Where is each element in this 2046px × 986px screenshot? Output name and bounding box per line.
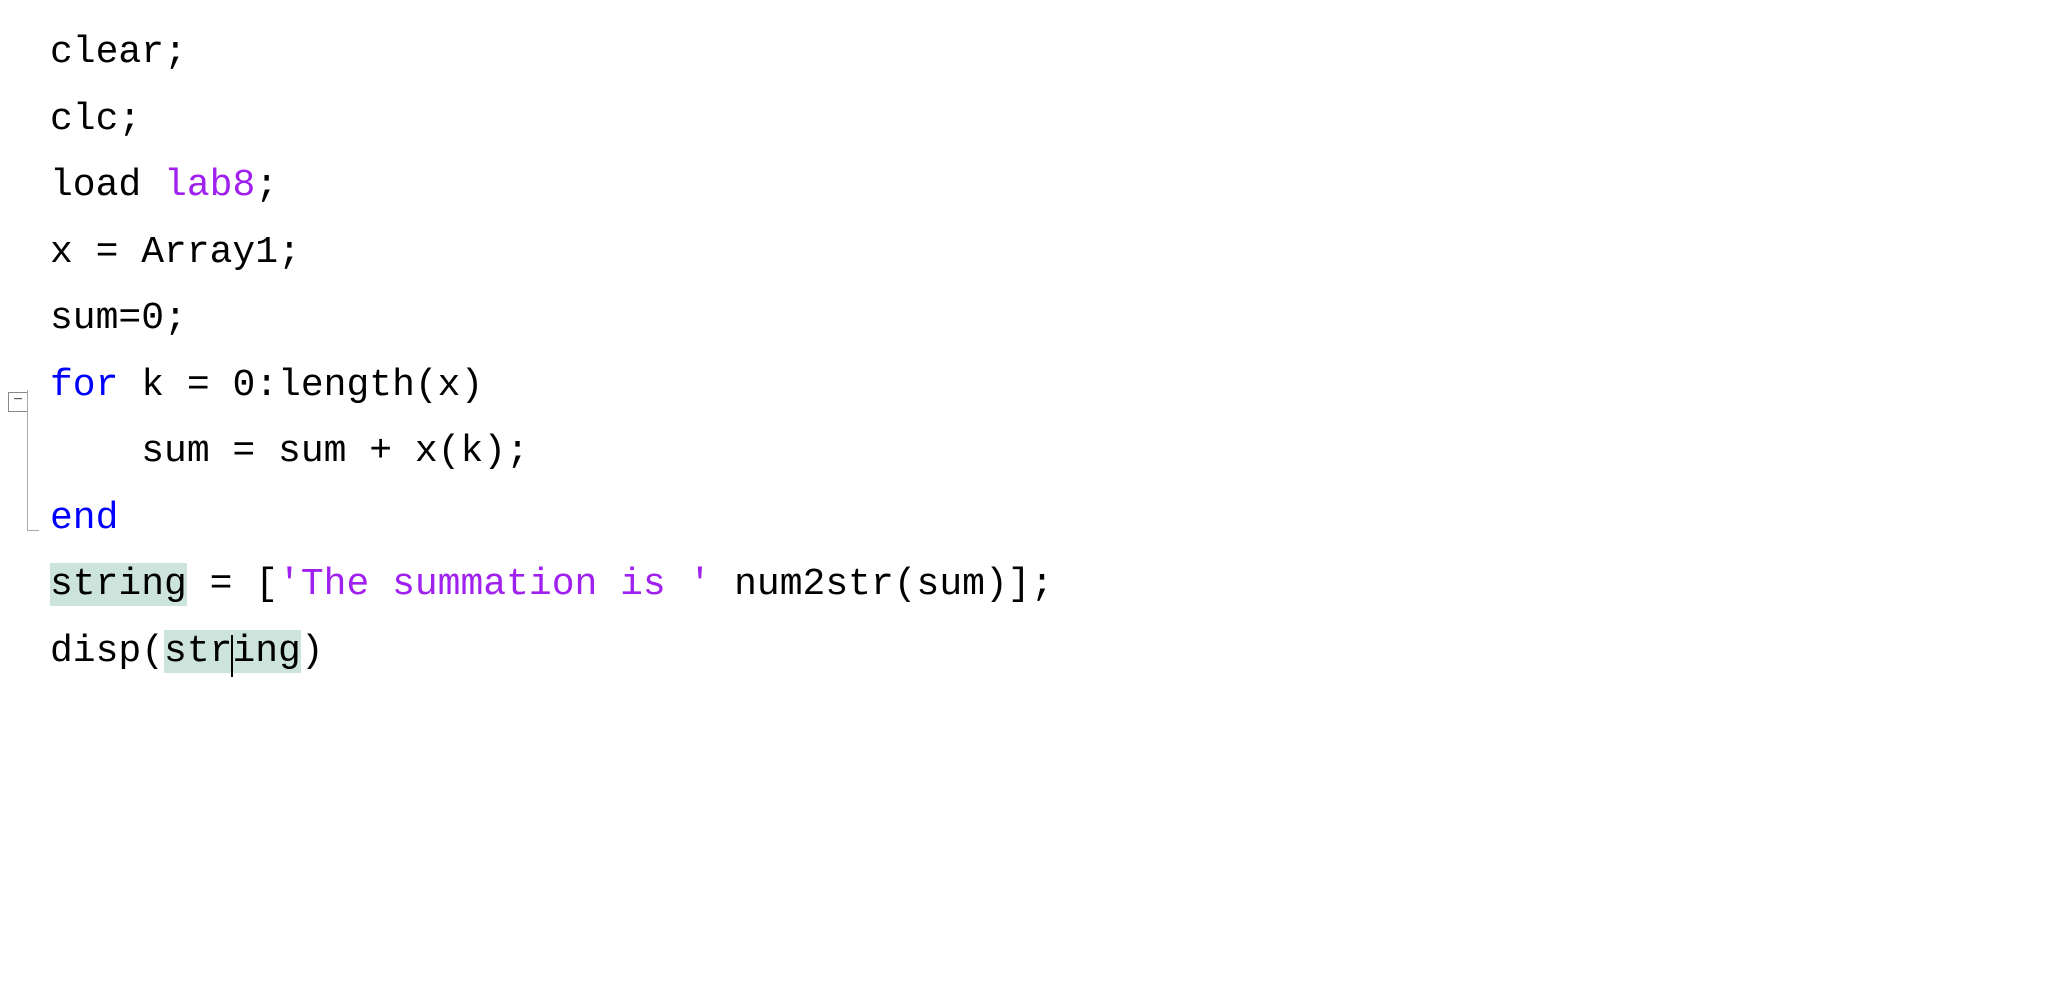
string-literal: 'The summation is ' [278,563,711,606]
string-literal: lab8 [164,164,255,207]
code-line[interactable]: x = Array1; [50,220,2046,287]
code-text: load [50,164,164,207]
highlighted-text: string [50,563,187,606]
text-cursor [231,635,233,677]
code-text: k = 0:length(x) [118,364,483,407]
code-text: ; [255,164,278,207]
fold-toggle-icon[interactable]: − [8,392,28,412]
code-line[interactable]: for k = 0:length(x) [50,353,2046,420]
code-text: sum = sum + x(k); [50,430,529,473]
fold-gutter: − [8,20,28,416]
keyword: for [50,364,118,407]
code-line[interactable]: sum = sum + x(k); [50,419,2046,486]
code-line[interactable]: clear; [50,20,2046,87]
code-line[interactable]: disp(string) [50,619,2046,686]
code-text: sum=0; [50,297,187,340]
code-text: clear; [50,31,187,74]
code-text: clc; [50,98,141,141]
code-line[interactable]: end [50,486,2046,553]
code-text: ) [301,630,324,673]
code-line[interactable]: sum=0; [50,286,2046,353]
code-editor[interactable]: − clear; clc; load lab8; x = Array1; sum… [0,0,2046,685]
code-line[interactable]: string = ['The summation is ' num2str(su… [50,552,2046,619]
code-text: x = Array1; [50,231,301,274]
keyword: end [50,497,118,540]
code-text: num2str(sum)]; [711,563,1053,606]
code-text: = [ [187,563,278,606]
highlighted-text: ing [232,630,300,673]
code-line[interactable]: clc; [50,87,2046,154]
highlighted-text: str [164,630,232,673]
code-text: disp( [50,630,164,673]
code-line[interactable]: load lab8; [50,153,2046,220]
